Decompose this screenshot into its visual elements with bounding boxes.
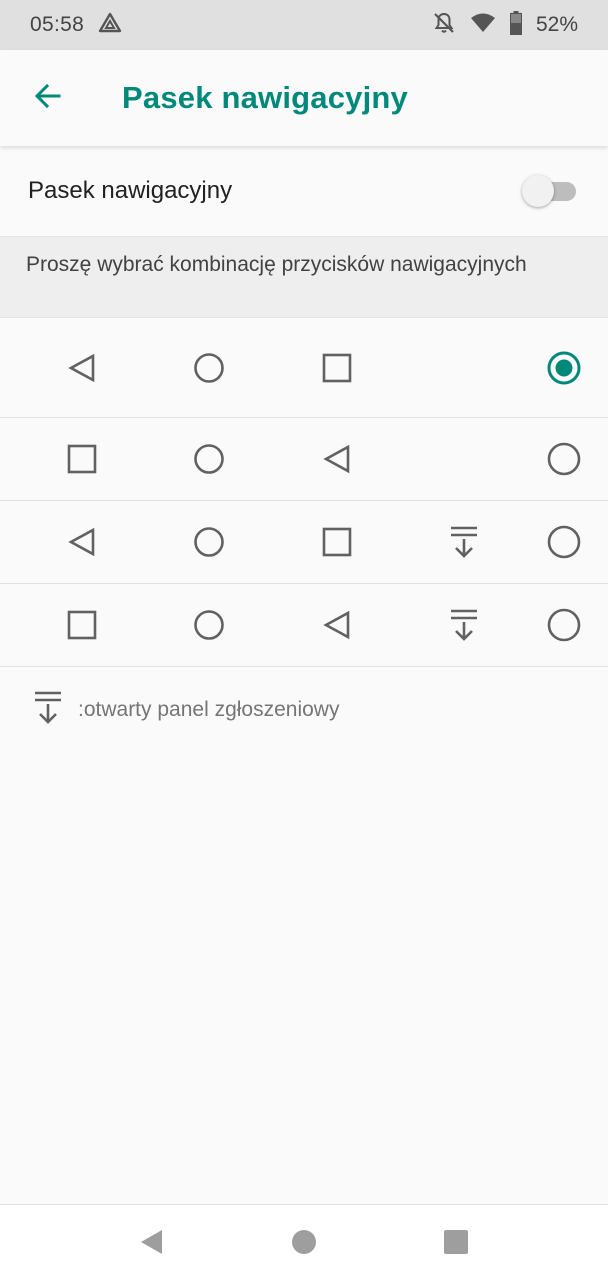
- home-circle-icon: [189, 348, 229, 388]
- home-circle-icon: [290, 1228, 318, 1261]
- recents-square-icon: [317, 348, 357, 388]
- option-row[interactable]: [0, 501, 608, 584]
- option-row[interactable]: [0, 584, 608, 667]
- home-circle-icon: [189, 439, 229, 479]
- notification-panel-icon: [444, 522, 484, 562]
- navigation-bar-switch[interactable]: [522, 173, 580, 209]
- back-triangle-icon: [317, 605, 357, 645]
- back-triangle-icon: [62, 522, 102, 562]
- section-header: Proszę wybrać kombinację przycisków nawi…: [0, 236, 608, 318]
- recents-square-icon: [317, 522, 357, 562]
- notification-panel-icon: [444, 605, 484, 645]
- toggle-label: Pasek nawigacyjny: [28, 177, 233, 204]
- status-right: 52%: [432, 10, 578, 40]
- back-button[interactable]: [0, 50, 96, 146]
- home-circle-icon: [189, 605, 229, 645]
- recents-square-icon: [62, 605, 102, 645]
- back-triangle-icon: [62, 348, 102, 388]
- page-title: Pasek nawigacyjny: [122, 80, 409, 115]
- battery-percentage: 52%: [535, 13, 578, 36]
- recents-square-icon: [442, 1228, 470, 1261]
- legend: :otwarty panel zgłoszeniowy: [0, 666, 608, 754]
- recents-square-icon: [62, 439, 102, 479]
- status-bar: 05:58 52%: [0, 0, 608, 50]
- radio-unselected-icon[interactable]: [544, 605, 584, 645]
- option-row[interactable]: [0, 318, 608, 418]
- battery-icon: [509, 10, 523, 40]
- button-combination-list: [0, 318, 608, 667]
- notification-panel-icon: [32, 690, 64, 731]
- system-navigation-bar: [0, 1204, 608, 1284]
- status-left: 05:58: [30, 12, 122, 39]
- nav-recents-button[interactable]: [428, 1217, 484, 1273]
- back-triangle-icon: [317, 439, 357, 479]
- switch-thumb: [522, 175, 554, 207]
- legend-text: :otwarty panel zgłoszeniowy: [78, 698, 340, 721]
- arrow-back-icon: [32, 80, 64, 117]
- nav-home-button[interactable]: [276, 1217, 332, 1273]
- nav-back-button[interactable]: [124, 1217, 180, 1273]
- radio-selected-icon[interactable]: [544, 348, 584, 388]
- radio-unselected-icon[interactable]: [544, 522, 584, 562]
- drive-icon: [98, 12, 122, 39]
- back-triangle-icon: [138, 1228, 166, 1261]
- app-bar: Pasek nawigacyjny: [0, 50, 608, 146]
- home-circle-icon: [189, 522, 229, 562]
- option-row[interactable]: [0, 418, 608, 501]
- notifications-off-icon: [432, 11, 456, 40]
- status-time: 05:58: [30, 13, 85, 36]
- radio-unselected-icon[interactable]: [544, 439, 584, 479]
- navigation-bar-toggle-row[interactable]: Pasek nawigacyjny: [0, 146, 608, 236]
- wifi-icon: [470, 12, 496, 39]
